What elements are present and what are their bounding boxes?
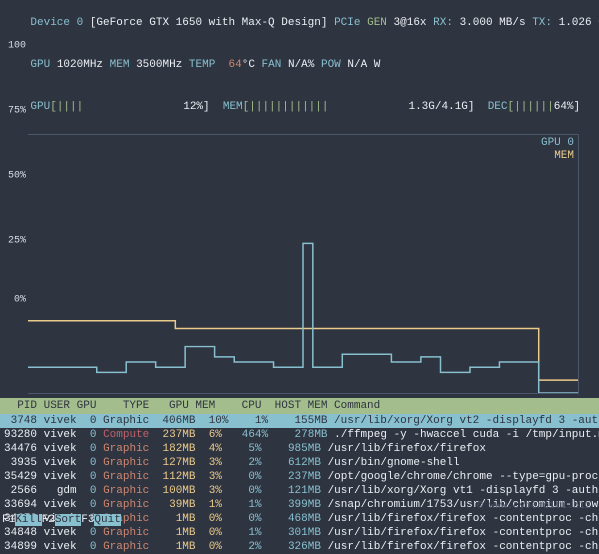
gpu-clock: 1020MHz (57, 59, 103, 71)
fnkey-f2[interactable]: F2 (42, 514, 55, 526)
mem-bar-label: MEM (223, 101, 243, 113)
process-row[interactable]: 34476 vivek 0 Graphic 182MB 4% 5% 985MB … (4, 442, 595, 456)
mem-bar: [|||||||||||| (243, 101, 329, 113)
process-table-body: 93280 vivek 0 Compute 237MB 6% 464% 278M… (0, 428, 599, 554)
watermark: © www.cyberciti.biz (0, 499, 599, 514)
process-row[interactable]: 3935 vivek 0 Graphic 127MB 3% 2% 612MB /… (4, 456, 595, 470)
fnlabel-quit: Quit (94, 514, 120, 526)
mem-text: 1.3G/4.1G] (408, 101, 474, 113)
pow-value: N/A W (347, 59, 380, 71)
fnlabel-sort: Sort (55, 514, 81, 526)
temp-label: TEMP (189, 59, 215, 71)
fnkey-f3[interactable]: F3 (81, 514, 94, 526)
pcie-gen-value: 3@16x (394, 17, 427, 29)
tx-label: TX: (532, 17, 552, 29)
device-header: Device 0 [GeForce GTX 1650 with Max-Q De… (0, 0, 599, 130)
temp-value: 64 (229, 59, 242, 71)
dec-bar: [|||||| (508, 101, 554, 113)
gpu-bar-label: GPU (30, 101, 50, 113)
mem-clock-label: MEM (110, 59, 130, 71)
fnlabel-kill: Kill (15, 514, 41, 526)
tx-value: 1.026 GB/s (559, 17, 599, 29)
dec-bar-label: DEC (488, 101, 508, 113)
fan-label: FAN (262, 59, 282, 71)
function-keys: F1KillF2SortF3Quit (0, 514, 599, 528)
pcie-label: PCIe (334, 17, 360, 29)
process-row[interactable]: 35429 vivek 0 Graphic 112MB 3% 0% 237MB … (4, 470, 595, 484)
rx-value: 3.000 MB/s (460, 17, 526, 29)
rx-label: RX: (433, 17, 453, 29)
process-row[interactable]: 34848 vivek 0 Graphic 1MB 0% 1% 301MB /u… (4, 526, 595, 540)
gpu-bar: [|||| (50, 101, 83, 113)
process-row[interactable]: 93280 vivek 0 Compute 237MB 6% 464% 278M… (4, 428, 595, 442)
fan-value: N/A% (288, 59, 314, 71)
gpu-pct: 12%] (183, 101, 209, 113)
temp-unit: °C (242, 59, 255, 71)
process-row[interactable]: 2566 gdm 0 Graphic 100MB 3% 0% 121MB /us… (4, 484, 595, 498)
device-index: Device 0 (30, 17, 83, 29)
dec-pct: 64%] (554, 101, 580, 113)
utilization-chart: GPU 0 MEM (28, 134, 579, 394)
process-row-selected[interactable]: 3748 vivek 0 Graphic 406MB 10% 1% 155MB … (0, 414, 599, 428)
fnkey-f1[interactable]: F1 (2, 514, 15, 526)
gpu-clock-label: GPU (30, 59, 50, 71)
device-name: [GeForce GTX 1650 with Max-Q Design] (90, 17, 328, 29)
pcie-gen-label: GEN (367, 17, 387, 29)
process-row[interactable]: 34899 vivek 0 Graphic 1MB 0% 2% 326MB /u… (4, 540, 595, 554)
process-table-header: PID USER GPU TYPE GPU MEM CPU HOST MEM C… (0, 398, 599, 414)
pow-label: POW (321, 59, 341, 71)
mem-clock: 3500MHz (136, 59, 182, 71)
